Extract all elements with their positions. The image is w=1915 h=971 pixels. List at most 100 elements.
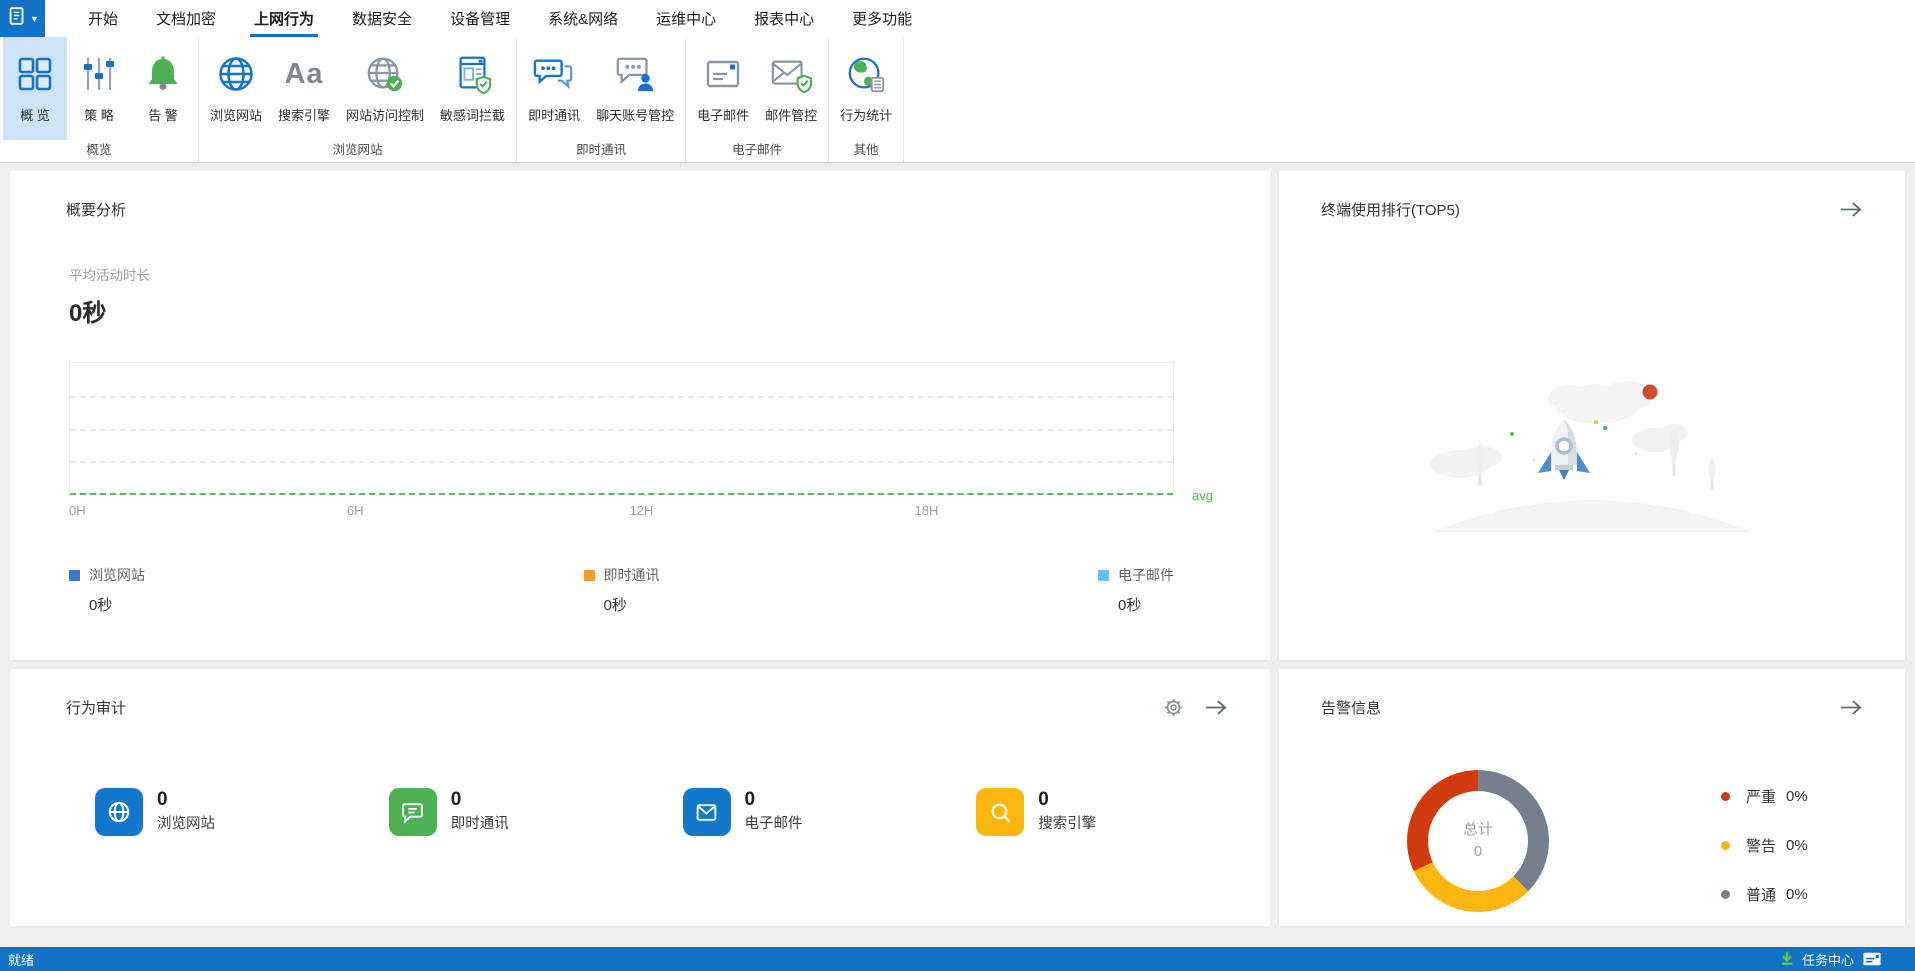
- sliders-icon: [79, 46, 119, 102]
- alerts-card-title: 告警信息: [1321, 700, 1382, 717]
- tab-data-security[interactable]: 数据安全: [333, 0, 431, 37]
- avg-line-label: avg: [1192, 488, 1213, 503]
- search-icon: [976, 788, 1025, 836]
- legend-item-browse-website: 浏览网站 0秒: [69, 565, 145, 615]
- legend-item-instant-messaging: 即时通讯 0秒: [583, 565, 660, 615]
- page-shield-icon: [452, 46, 494, 102]
- stat-search-engine[interactable]: 0 搜索引擎: [976, 788, 1270, 836]
- ribbon-button-email[interactable]: 电子邮件: [689, 37, 757, 140]
- tab-more-features[interactable]: 更多功能: [833, 0, 931, 37]
- stat-browse-website[interactable]: 0 浏览网站: [95, 788, 389, 836]
- bell-icon: [143, 46, 183, 102]
- font-aa-icon: Aa: [284, 57, 324, 90]
- chat-icon: [388, 788, 437, 836]
- ribbon-button-label: 概 览: [20, 108, 50, 123]
- main-content: 概要分析 平均活动时长 0秒 avg 0H 6H 12H 18H 浏览网站 0秒…: [0, 163, 1915, 947]
- ribbon-button-label: 即时通讯: [528, 108, 581, 123]
- app-menu-button[interactable]: ▼: [0, 0, 45, 37]
- summary-legend: 浏览网站 0秒 即时通讯 0秒 电子邮件 0秒: [69, 565, 1174, 615]
- empty-state-illustration: [1430, 381, 1752, 532]
- ribbon-button-behavior-statistics[interactable]: 行为统计: [832, 37, 900, 140]
- metric-label: 平均活动时长: [69, 268, 150, 283]
- tab-report-center[interactable]: 报表中心: [735, 0, 833, 37]
- alert-legend-normal: 普通 0%: [1721, 884, 1808, 905]
- ribbon-button-browse-website[interactable]: 浏览网站: [202, 37, 270, 140]
- tab-internet-behavior[interactable]: 上网行为: [235, 0, 333, 37]
- x-tick: 12H: [629, 503, 654, 518]
- tab-device-management[interactable]: 设备管理: [431, 0, 529, 37]
- legend-dot: [1721, 841, 1730, 850]
- download-icon: [1779, 950, 1795, 969]
- tab-system-network[interactable]: 系统&网络: [529, 0, 637, 37]
- arrow-right-icon[interactable]: [1839, 698, 1863, 717]
- tab-doc-encryption[interactable]: 文档加密: [137, 0, 235, 37]
- alert-legend-critical: 严重 0%: [1721, 786, 1808, 807]
- ribbon-button-instant-messaging[interactable]: 即时通讯: [520, 37, 588, 140]
- card-terminal-usage-ranking: 终端使用排行(TOP5): [1279, 171, 1905, 660]
- task-center-button[interactable]: 任务中心: [1779, 950, 1854, 969]
- globe-stats-icon: [845, 46, 887, 102]
- ribbon-button-label: 浏览网站: [210, 108, 263, 123]
- ribbon-button-website-access-control[interactable]: 网站访问控制: [338, 37, 432, 140]
- metric-value: 0秒: [69, 300, 107, 327]
- status-ready-text: 就绪: [8, 952, 35, 968]
- globe-icon: [216, 46, 256, 102]
- avg-dashed-line: [70, 493, 1173, 495]
- chat-bubbles-icon: [533, 46, 575, 102]
- ribbon-button-email-control[interactable]: 邮件管控: [757, 37, 825, 140]
- globe-check-icon: [364, 46, 406, 102]
- ribbon-group-browse-website: 浏览网站 Aa 搜索引擎 网站访问控制 敏感词拦截 浏览网站: [199, 37, 518, 162]
- average-activity-metric: 平均活动时长 0秒: [69, 264, 1270, 328]
- globe-icon: [95, 788, 143, 836]
- audit-stats-row: 0 浏览网站 0 即时通讯 0 电子邮件 0 搜索引擎: [10, 718, 1270, 836]
- card-summary-analysis: 概要分析 平均活动时长 0秒 avg 0H 6H 12H 18H 浏览网站 0秒…: [10, 171, 1270, 660]
- ribbon-button-alert[interactable]: 告 警: [131, 37, 195, 140]
- ribbon-button-label: 邮件管控: [765, 108, 818, 123]
- alert-legend-warning: 警告 0%: [1721, 835, 1808, 856]
- legend-dot: [1721, 890, 1730, 899]
- app-document-icon: [6, 5, 28, 32]
- ribbon-group-instant-messaging: 即时通讯 聊天账号管控 即时通讯: [517, 37, 687, 162]
- menubar: ▼ 开始 文档加密 上网行为 数据安全 设备管理 系统&网络 运维中心 报表中心…: [0, 0, 1915, 37]
- x-tick: 6H: [346, 503, 364, 518]
- ribbon-button-label: 网站访问控制: [346, 108, 425, 123]
- ribbon-button-sensitive-word-block[interactable]: 敏感词拦截: [432, 37, 513, 140]
- arrow-right-icon[interactable]: [1204, 698, 1228, 717]
- ribbon-group-label: 概览: [86, 143, 112, 157]
- chat-user-icon: [614, 46, 656, 102]
- gear-icon[interactable]: [1163, 697, 1184, 718]
- ribbon-button-label: 电子邮件: [697, 108, 750, 123]
- ribbon-group-overview: 概 览 策 略 告 警 概览: [0, 37, 199, 162]
- mail-shield-icon: [770, 46, 813, 102]
- task-center-label: 任务中心: [1801, 952, 1854, 968]
- legend-swatch: [1098, 569, 1109, 581]
- ribbon-button-policy[interactable]: 策 略: [67, 37, 131, 140]
- tab-home[interactable]: 开始: [69, 0, 137, 37]
- x-tick: 0H: [69, 503, 86, 518]
- chevron-down-icon: ▼: [30, 13, 39, 24]
- activity-line-chart: avg 0H 6H 12H 18H: [69, 362, 1213, 523]
- ribbon-button-label: 策 略: [84, 108, 114, 123]
- card-alert-info: 告警信息 总计 0 严重 0% 警告 0% 普通 0%: [1279, 669, 1905, 926]
- ribbon-button-overview[interactable]: 概 览: [3, 37, 67, 140]
- x-tick: 18H: [914, 503, 939, 518]
- legend-dot: [1721, 792, 1730, 801]
- message-envelope-icon[interactable]: [1863, 952, 1881, 966]
- stat-instant-messaging[interactable]: 0 即时通讯: [388, 788, 683, 836]
- stat-email[interactable]: 0 电子邮件: [682, 788, 977, 836]
- tab-ops-center[interactable]: 运维中心: [637, 0, 735, 37]
- mail-icon: [703, 46, 743, 102]
- legend-swatch: [583, 569, 595, 581]
- ribbon-button-search-engine[interactable]: Aa 搜索引擎: [270, 37, 338, 140]
- ribbon-button-label: 搜索引擎: [278, 108, 331, 123]
- chart-plot-area: avg: [69, 362, 1213, 503]
- card-behavior-audit: 行为审计 0 浏览网站 0 即时通讯 0 电子邮件 0 搜索引擎: [10, 669, 1270, 926]
- mail-icon: [682, 788, 731, 836]
- alert-legend: 严重 0% 警告 0% 普通 0%: [1721, 786, 1808, 926]
- arrow-right-icon[interactable]: [1839, 200, 1863, 219]
- x-axis-ticks: 0H 6H 12H 18H: [69, 503, 1174, 523]
- ribbon-button-chat-account-control[interactable]: 聊天账号管控: [588, 37, 682, 140]
- alert-donut: 总计 0: [1407, 770, 1549, 912]
- ribbon-group-label: 其他: [853, 143, 879, 157]
- ribbon: 概 览 策 略 告 警 概览 浏览网站 Aa 搜索引擎 网站访问控制 敏感词拦截…: [0, 37, 1915, 163]
